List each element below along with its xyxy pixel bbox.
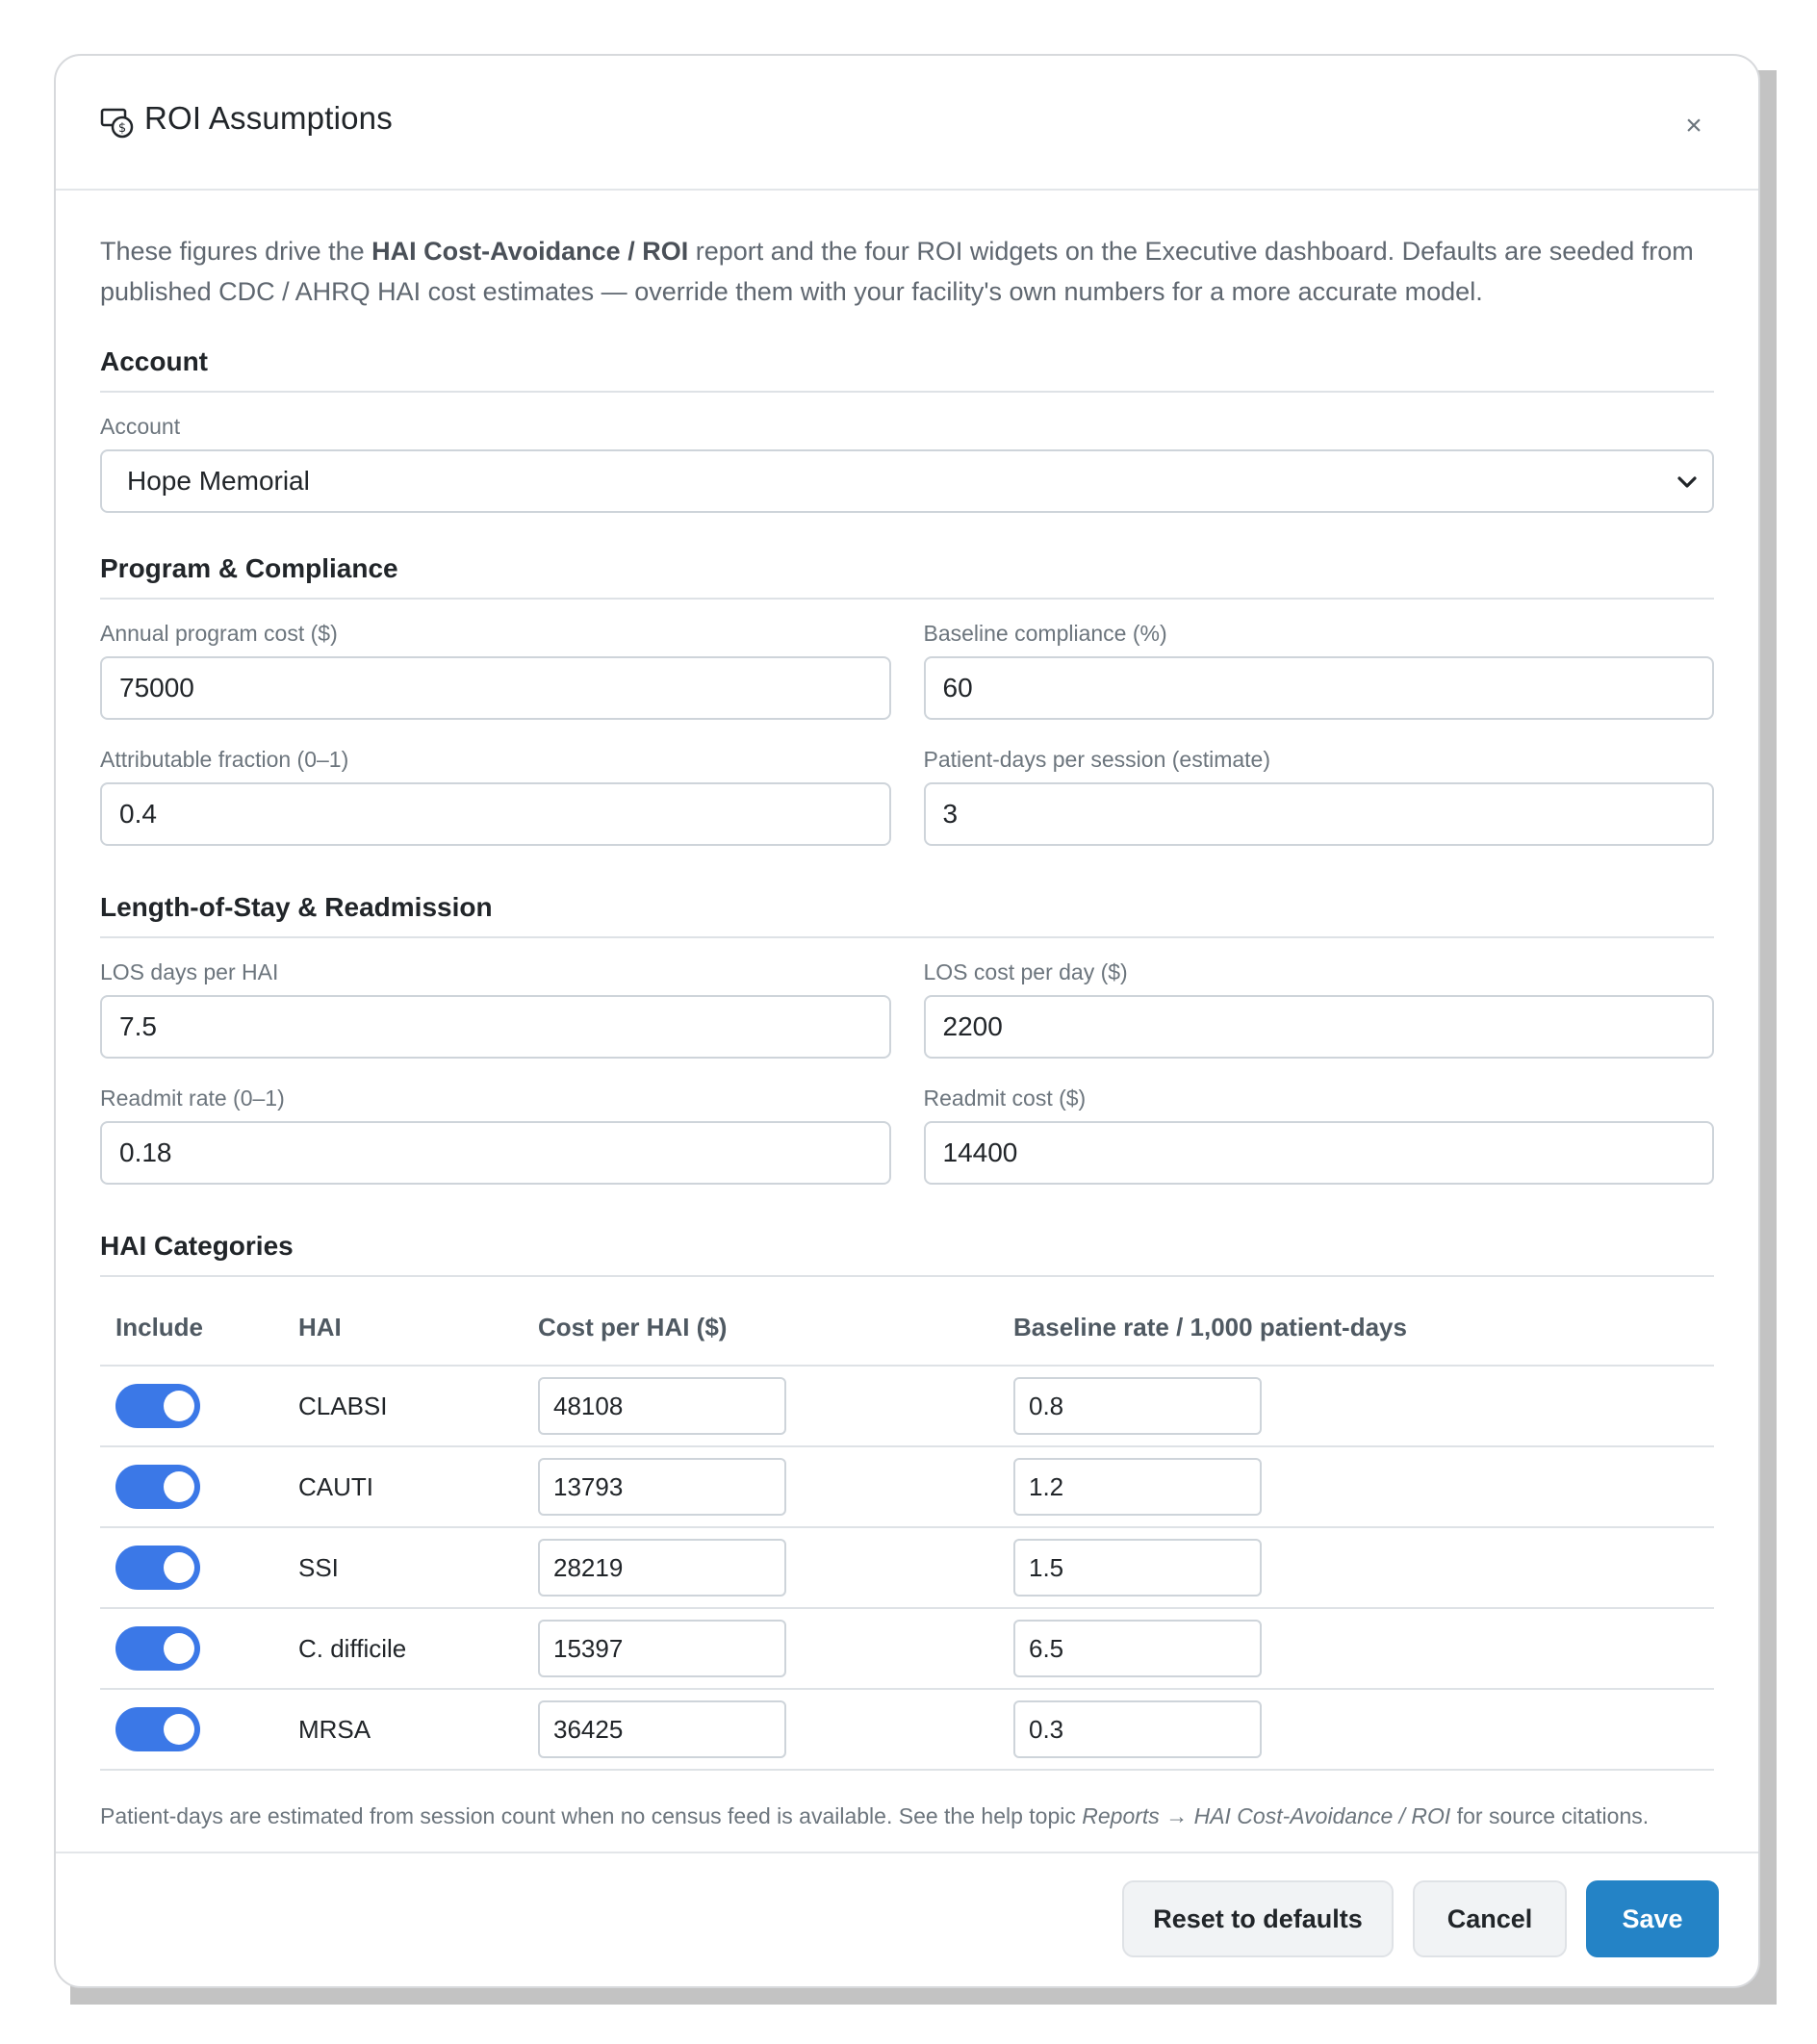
hai-table: Include HAI Cost per HAI ($) Baseline ra… <box>100 1290 1714 1771</box>
section-title-program: Program & Compliance <box>100 553 1714 600</box>
los-fields: LOS days per HAI 7.5 LOS cost per day ($… <box>100 959 1714 1212</box>
readmit-rate-field: Readmit rate (0–1) 0.18 <box>100 1086 891 1185</box>
include-toggle-ssi[interactable] <box>115 1546 200 1590</box>
baseline-compliance-field: Baseline compliance (%) 60 <box>923 621 1714 720</box>
cost-input-ssi[interactable]: 28219 <box>538 1539 786 1597</box>
los-cost-field: LOS cost per day ($) 2200 <box>923 959 1714 1059</box>
table-row: C. difficile 15397 6.5 <box>100 1608 1714 1690</box>
toggle-knob <box>164 1714 194 1745</box>
toggle-knob <box>164 1391 194 1421</box>
hai-name: C. difficile <box>298 1608 538 1690</box>
intro-part1: These figures drive the <box>100 237 372 266</box>
cash-coin-icon: $ <box>100 108 134 139</box>
include-toggle-c-difficile[interactable] <box>115 1626 200 1671</box>
hai-name: CAUTI <box>298 1446 538 1528</box>
account-select[interactable]: Hope Memorial <box>100 449 1714 513</box>
section-title-los: Length-of-Stay & Readmission <box>100 892 1714 938</box>
rate-input-clabsi[interactable]: 0.8 <box>1013 1377 1262 1435</box>
baseline-compliance-label: Baseline compliance (%) <box>923 621 1167 646</box>
close-icon[interactable]: × <box>1679 112 1708 141</box>
section-title-hai: HAI Categories <box>100 1231 1714 1277</box>
table-row: MRSA 36425 0.3 <box>100 1689 1714 1771</box>
include-toggle-cauti[interactable] <box>115 1465 200 1509</box>
chevron-down-icon <box>1677 476 1697 488</box>
attributable-fraction-field: Attributable fraction (0–1) 0.4 <box>100 747 891 846</box>
footnote-part1: Patient-days are estimated from session … <box>100 1803 1083 1828</box>
modal-footer: Reset to defaults Cancel Save <box>56 1852 1758 1986</box>
patient-days-field: Patient-days per session (estimate) 3 <box>923 747 1714 846</box>
footnote-help-topic: Reports → HAI Cost-Avoidance / ROI <box>1082 1803 1451 1828</box>
readmit-cost-label: Readmit cost ($) <box>923 1086 1087 1111</box>
baseline-compliance-input[interactable]: 60 <box>923 656 1714 720</box>
modal-title: ROI Assumptions <box>144 100 393 136</box>
footnote-part2: for source citations. <box>1450 1803 1650 1828</box>
toggle-knob <box>164 1633 194 1664</box>
cancel-button[interactable]: Cancel <box>1413 1880 1567 1957</box>
modal-body: These figures drive the HAI Cost-Avoidan… <box>56 191 1758 1832</box>
table-row: CAUTI 13793 1.2 <box>100 1446 1714 1528</box>
program-fields: Annual program cost ($) 75000 Baseline c… <box>100 621 1714 873</box>
los-days-label: LOS days per HAI <box>100 959 279 984</box>
hai-table-header: Include HAI Cost per HAI ($) Baseline ra… <box>100 1290 1714 1367</box>
include-toggle-mrsa[interactable] <box>115 1707 200 1751</box>
patient-days-label: Patient-days per session (estimate) <box>923 747 1271 772</box>
annual-cost-field: Annual program cost ($) 75000 <box>100 621 891 720</box>
header-cost: Cost per HAI ($) <box>538 1290 1013 1367</box>
table-row: SSI 28219 1.5 <box>100 1527 1714 1609</box>
hai-name: CLABSI <box>298 1366 538 1447</box>
include-toggle-clabsi[interactable] <box>115 1384 200 1428</box>
readmit-rate-label: Readmit rate (0–1) <box>100 1086 285 1111</box>
toggle-knob <box>164 1471 194 1502</box>
save-button[interactable]: Save <box>1586 1880 1719 1957</box>
account-label: Account <box>100 414 181 439</box>
rate-input-mrsa[interactable]: 0.3 <box>1013 1700 1262 1758</box>
section-title-account: Account <box>100 346 1714 393</box>
svg-text:$: $ <box>118 121 126 136</box>
hai-name: SSI <box>298 1527 538 1609</box>
cost-input-c-difficile[interactable]: 15397 <box>538 1620 786 1677</box>
los-cost-input[interactable]: 2200 <box>923 995 1714 1059</box>
account-select-value: Hope Memorial <box>127 466 310 496</box>
intro-text: These figures drive the HAI Cost-Avoidan… <box>100 231 1714 312</box>
readmit-cost-field: Readmit cost ($) 14400 <box>923 1086 1714 1185</box>
los-days-input[interactable]: 7.5 <box>100 995 891 1059</box>
hai-name: MRSA <box>298 1689 538 1771</box>
patient-days-input[interactable]: 3 <box>923 782 1714 846</box>
rate-input-cauti[interactable]: 1.2 <box>1013 1458 1262 1516</box>
attributable-fraction-label: Attributable fraction (0–1) <box>100 747 349 772</box>
cost-input-clabsi[interactable]: 48108 <box>538 1377 786 1435</box>
toggle-knob <box>164 1552 194 1583</box>
annual-cost-label: Annual program cost ($) <box>100 621 338 646</box>
attributable-fraction-input[interactable]: 0.4 <box>100 782 891 846</box>
header-rate: Baseline rate / 1,000 patient-days <box>1013 1290 1714 1367</box>
table-row: CLABSI 48108 0.8 <box>100 1366 1714 1447</box>
rate-input-c-difficile[interactable]: 6.5 <box>1013 1620 1262 1677</box>
los-days-field: LOS days per HAI 7.5 <box>100 959 891 1059</box>
readmit-cost-input[interactable]: 14400 <box>923 1121 1714 1185</box>
header-hai: HAI <box>298 1290 538 1367</box>
cost-input-cauti[interactable]: 13793 <box>538 1458 786 1516</box>
modal-header: $ ROI Assumptions × <box>56 56 1758 191</box>
rate-input-ssi[interactable]: 1.5 <box>1013 1539 1262 1597</box>
annual-cost-input[interactable]: 75000 <box>100 656 891 720</box>
reset-defaults-button[interactable]: Reset to defaults <box>1122 1880 1394 1957</box>
header-include: Include <box>100 1290 298 1367</box>
los-cost-label: LOS cost per day ($) <box>923 959 1128 984</box>
footnote: Patient-days are estimated from session … <box>100 1800 1714 1832</box>
roi-assumptions-modal: $ ROI Assumptions × These figures drive … <box>54 54 1760 1988</box>
cost-input-mrsa[interactable]: 36425 <box>538 1700 786 1758</box>
intro-report-name: HAI Cost-Avoidance / ROI <box>371 237 689 266</box>
readmit-rate-input[interactable]: 0.18 <box>100 1121 891 1185</box>
